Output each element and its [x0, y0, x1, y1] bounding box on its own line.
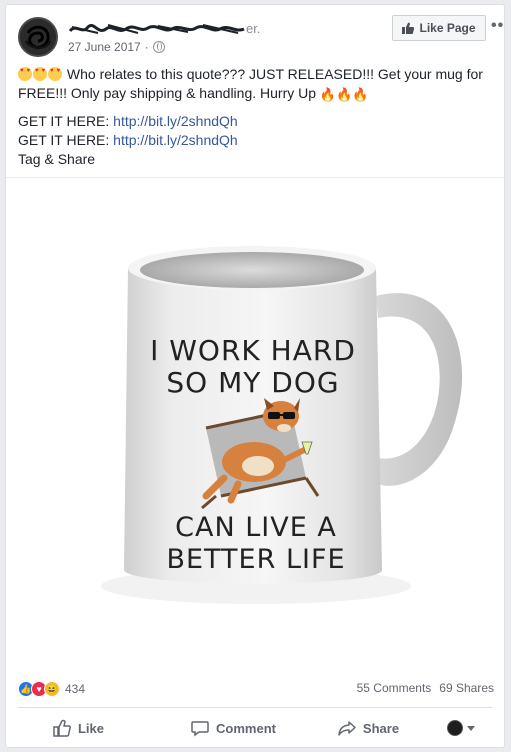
haha-reaction-icon: 😆 [44, 681, 60, 697]
fire-emoji-icon: 🔥 [336, 87, 353, 102]
heart-eyes-emoji-icon [18, 67, 32, 81]
mug-text-line-4: BETTER LIFE [166, 544, 345, 575]
like-button[interactable]: Like [6, 709, 161, 747]
like-label: Like [77, 720, 104, 736]
speech-bubble-icon [191, 721, 209, 737]
page-name-redacted[interactable]: er. [68, 21, 278, 42]
actions-divider [18, 707, 492, 708]
like-page-button[interactable]: Like Page [392, 15, 486, 41]
mug-text-line-1: I WORK HARD [150, 334, 356, 367]
share-button[interactable]: Share [306, 709, 431, 747]
post-as-selector[interactable] [431, 709, 491, 747]
post-image[interactable]: I WORK HARD SO MY DOG CAN LIVE A BETTER … [6, 177, 504, 671]
post-actions: Like Comment Share [6, 709, 504, 747]
comment-button[interactable]: Comment [161, 709, 306, 747]
fire-emoji-icon: 🔥 [319, 87, 337, 102]
post-meta: 27 June 2017 · [68, 40, 165, 54]
post-card: er. 27 June 2017 · Like Page ••• Who rel… [5, 4, 505, 748]
comments-count[interactable]: 55 Comments [357, 681, 432, 695]
viewer-avatar [447, 720, 463, 736]
mug-text-line-3: CAN LIVE A [175, 512, 337, 543]
product-link-1[interactable]: http://bit.ly/2shndQh [113, 113, 238, 129]
chevron-down-icon [467, 725, 475, 731]
share-arrow-icon [338, 721, 356, 736]
reaction-count[interactable]: 434 [65, 682, 85, 696]
post-header: er. 27 June 2017 · Like Page ••• [18, 15, 504, 59]
thumbs-up-icon [402, 22, 415, 34]
share-label: Share [362, 720, 400, 736]
product-link-2[interactable]: http://bit.ly/2shndQh [113, 132, 238, 148]
post-line-1: Who relates to this quote??? JUST RELEAS… [18, 66, 483, 101]
mug-photo: I WORK HARD SO MY DOG CAN LIVE A BETTER … [101, 246, 463, 604]
comment-label: Comment [216, 720, 276, 736]
engagement-stats: 55 Comments 69 Shares [357, 681, 494, 695]
like-page-label: Like Page [419, 21, 476, 35]
shares-count[interactable]: 69 Shares [439, 681, 494, 695]
post-text: Who relates to this quote??? JUST RELEAS… [18, 65, 496, 169]
globe-icon[interactable] [152, 41, 165, 53]
tag-share-text: Tag & Share [18, 151, 96, 167]
svg-text:er.: er. [246, 21, 260, 36]
mug-text-line-2: SO MY DOG [166, 366, 339, 399]
page-avatar[interactable] [18, 17, 58, 57]
more-options-icon[interactable]: ••• [491, 17, 504, 35]
thumbs-up-icon [53, 719, 71, 737]
link-prefix-2: GET IT HERE: [18, 132, 114, 148]
fire-emoji-icon: 🔥 [352, 87, 369, 102]
post-date[interactable]: 27 June 2017 [68, 40, 141, 54]
heart-eyes-emoji-icon [48, 67, 62, 81]
reactions-bar: 👍 ♥ 😆 434 55 Comments 69 Shares [18, 681, 494, 699]
heart-eyes-emoji-icon [33, 67, 47, 81]
link-prefix-1: GET IT HERE: [18, 113, 114, 129]
reaction-summary[interactable]: 👍 ♥ 😆 434 [18, 681, 85, 697]
